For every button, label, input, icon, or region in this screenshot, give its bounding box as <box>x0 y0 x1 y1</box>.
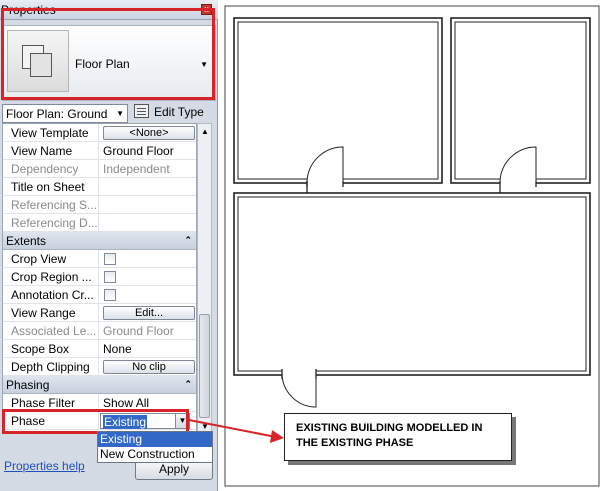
wall-room-top-right <box>450 17 591 184</box>
edit-type-label: Edit Type <box>154 105 204 119</box>
prop-row-associated-level: Associated Le... Ground Floor <box>3 322 196 340</box>
prop-row-view-name: View Name Ground Floor <box>3 142 196 160</box>
wall-room-top-left-inner <box>237 21 439 180</box>
associated-level-value: Ground Floor <box>103 324 174 338</box>
prop-name: View Template <box>3 124 99 142</box>
wall-room-top-left <box>233 17 443 184</box>
collapse-icon[interactable]: ⌃ <box>184 235 192 246</box>
prop-row-view-range: View Range Edit... <box>3 304 196 322</box>
prop-name: Crop View <box>3 250 99 268</box>
properties-help-link[interactable]: Properties help <box>4 459 85 473</box>
properties-grid: View Template <None> View Name Ground Fl… <box>2 123 197 434</box>
prop-name: Referencing D... <box>3 214 99 232</box>
crop-region-checkbox[interactable] <box>104 271 116 283</box>
wall-hall <box>233 192 591 376</box>
scope-box-field[interactable]: None <box>100 340 196 358</box>
scroll-down-icon[interactable]: ▼ <box>201 422 209 431</box>
dependency-value: Independent <box>103 162 170 176</box>
referencing-sheet-value <box>100 196 196 214</box>
prop-name: View Name <box>3 142 99 160</box>
chevron-down-icon[interactable]: ▼ <box>116 109 124 118</box>
prop-name: Dependency <box>3 160 99 178</box>
view-name-field[interactable]: Ground Floor <box>100 142 196 160</box>
group-label: Phasing <box>6 378 50 392</box>
prop-name: Title on Sheet <box>3 178 99 196</box>
prop-name: Depth Clipping <box>3 358 99 376</box>
phase-dropdown-list[interactable]: Existing New Construction <box>97 431 213 463</box>
type-selector-highlight <box>1 8 215 100</box>
prop-row-view-template: View Template <None> <box>3 124 196 142</box>
referencing-detail-value <box>100 214 196 232</box>
prop-row-dependency: Dependency Independent <box>3 160 196 178</box>
prop-row-depth-clipping: Depth Clipping No clip <box>3 358 196 376</box>
prop-name: Annotation Cr... <box>3 286 99 304</box>
instance-filter-row: Floor Plan: Ground ▼ Edit Type <box>2 103 216 123</box>
prop-name: View Range <box>3 304 99 322</box>
callout-line-2: THE EXISTING PHASE <box>296 437 414 449</box>
phase-option-new-construction[interactable]: New Construction <box>98 447 212 462</box>
phase-option-existing[interactable]: Existing <box>98 432 212 447</box>
view-template-button[interactable]: <None> <box>103 126 195 140</box>
prop-row-scope-box: Scope Box None <box>3 340 196 358</box>
door-opening-3 <box>282 367 316 379</box>
scrollbar-thumb[interactable] <box>199 314 210 418</box>
prop-row-referencing-detail: Referencing D... <box>3 214 196 232</box>
prop-name: Scope Box <box>3 340 99 358</box>
annotation-crop-checkbox[interactable] <box>104 289 116 301</box>
prop-name: Associated Le... <box>3 322 99 340</box>
wall-hall-inner <box>237 196 587 372</box>
view-range-edit-button[interactable]: Edit... <box>103 306 195 320</box>
prop-row-crop-view: Crop View <box>3 250 196 268</box>
properties-palette: Properties x Floor Plan ▼ Floor Plan: Gr… <box>0 0 218 491</box>
door-opening-2 <box>500 175 536 187</box>
prop-row-annotation-crop: Annotation Cr... <box>3 286 196 304</box>
prop-row-title-on-sheet: Title on Sheet <box>3 178 196 196</box>
instance-filter-dropdown[interactable]: Floor Plan: Ground ▼ <box>2 104 128 123</box>
group-label: Extents <box>6 234 47 248</box>
prop-row-crop-region: Crop Region ... <box>3 268 196 286</box>
callout-line-1: EXISTING BUILDING MODELLED IN <box>296 422 483 434</box>
collapse-icon[interactable]: ⌃ <box>184 379 192 390</box>
title-on-sheet-field[interactable] <box>100 178 196 196</box>
edit-type-icon <box>134 104 149 118</box>
prop-name: Crop Region ... <box>3 268 99 286</box>
door-opening-1 <box>307 175 343 187</box>
group-phasing[interactable]: Phasing ⌃ <box>3 376 196 394</box>
depth-clipping-button[interactable]: No clip <box>103 360 195 374</box>
prop-name: Referencing S... <box>3 196 99 214</box>
edit-type-button[interactable]: Edit Type <box>134 104 204 123</box>
wall-room-top-right-inner <box>454 21 587 180</box>
scroll-up-icon[interactable]: ▲ <box>201 127 209 136</box>
instance-filter-value: Floor Plan: Ground <box>6 107 108 121</box>
properties-scrollbar[interactable]: ▲ ▼ <box>197 123 212 434</box>
prop-row-referencing-sheet: Referencing S... <box>3 196 196 214</box>
annotation-callout: EXISTING BUILDING MODELLED IN THE EXISTI… <box>284 413 512 461</box>
group-extents[interactable]: Extents ⌃ <box>3 232 196 250</box>
crop-view-checkbox[interactable] <box>104 253 116 265</box>
